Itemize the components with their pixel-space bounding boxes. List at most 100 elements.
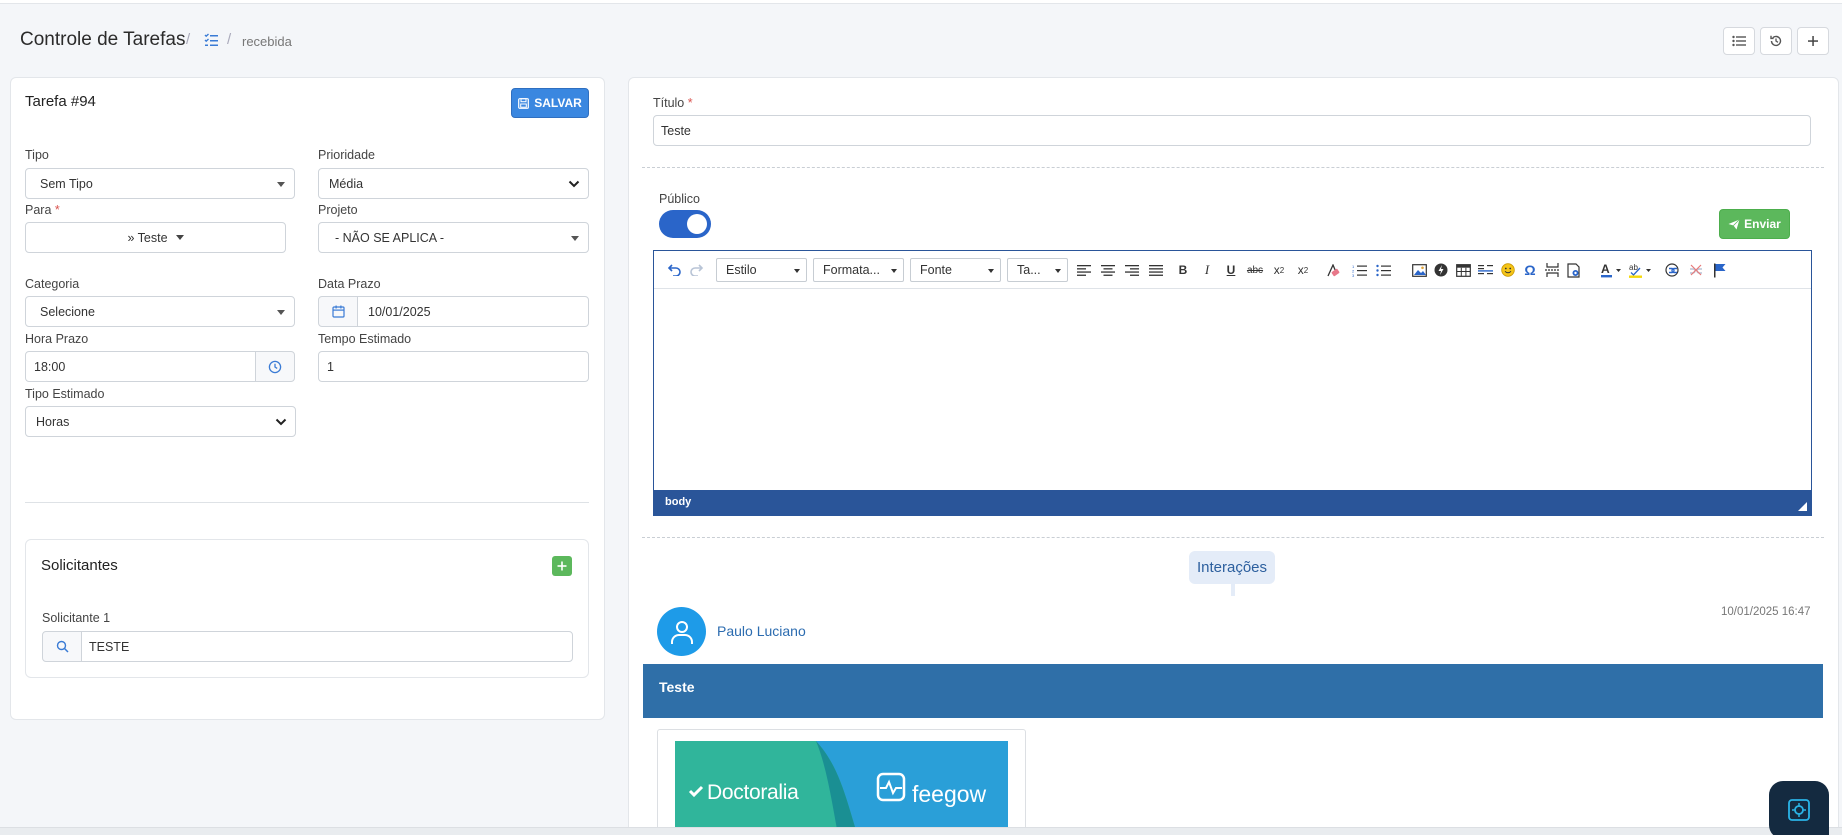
add-solicitante-button[interactable] (552, 556, 572, 576)
prioridade-select[interactable]: Média (318, 168, 589, 199)
search-icon (56, 640, 69, 653)
enviar-button[interactable]: Enviar (1719, 209, 1790, 239)
text-color-icon[interactable]: A (1600, 261, 1624, 279)
breadcrumb-separator: / (227, 31, 232, 48)
hora-prazo-input[interactable]: 18:00 (25, 351, 256, 382)
rich-text-editor[interactable]: Estilo Formata... Fonte Ta... B I U abc … (653, 250, 1812, 516)
widget-icon (1788, 799, 1810, 821)
caret-down-icon (175, 235, 184, 240)
format-dropdown[interactable]: Formata... (813, 258, 904, 282)
para-select[interactable]: » Teste (25, 222, 286, 253)
resize-handle-icon[interactable] (1798, 502, 1807, 511)
undo-icon[interactable] (665, 261, 683, 279)
flash-icon[interactable] (1432, 261, 1450, 279)
italic-icon[interactable]: I (1198, 261, 1216, 279)
bold-icon[interactable]: B (1174, 261, 1192, 279)
solicitante-input[interactable]: TESTE (81, 631, 573, 662)
special-char-icon[interactable]: Ω (1521, 261, 1539, 279)
tipo-label: Tipo (25, 148, 49, 162)
table-icon[interactable] (1454, 261, 1472, 279)
projeto-label: Projeto (318, 203, 358, 217)
interaction-timestamp: 10/01/2025 16:47 (1721, 606, 1811, 618)
list-icon (1732, 35, 1746, 47)
background-color-icon[interactable]: ab (1628, 261, 1654, 279)
strikethrough-icon[interactable]: abc (1246, 261, 1264, 279)
underline-icon[interactable]: U (1222, 261, 1240, 279)
add-button[interactable] (1797, 27, 1829, 55)
dashed-divider (642, 537, 1824, 538)
editor-toolbar: Estilo Formata... Fonte Ta... B I U abc … (654, 251, 1811, 289)
caret-down-icon (571, 236, 579, 241)
tipo-estimado-select[interactable]: Horas (25, 406, 296, 437)
tipo-value: Sem Tipo (40, 176, 93, 191)
projeto-select[interactable]: - NÃO SE APLICA - (318, 222, 589, 253)
history-button[interactable] (1760, 27, 1792, 55)
categoria-value: Selecione (40, 304, 95, 319)
unlink-icon[interactable] (1687, 261, 1705, 279)
chat-widget-button[interactable] (1769, 781, 1829, 835)
chevron-down-icon (568, 180, 580, 188)
iframe-icon[interactable] (1565, 261, 1583, 279)
align-right-icon[interactable] (1123, 261, 1141, 279)
categoria-label: Categoria (25, 277, 80, 291)
solicitantes-title: Solicitantes (41, 557, 118, 574)
size-dropdown[interactable]: Ta... (1007, 258, 1068, 282)
history-icon (1770, 35, 1782, 47)
remove-format-icon[interactable] (1324, 261, 1342, 279)
plus-icon (1808, 36, 1818, 46)
bullet-list-icon[interactable] (1374, 261, 1392, 279)
avatar (657, 607, 706, 656)
prioridade-value: Média (329, 176, 364, 191)
redo-icon[interactable] (688, 261, 706, 279)
editor-content-area[interactable] (654, 289, 1811, 491)
bottom-bar (0, 827, 1842, 835)
prioridade-label: Prioridade (318, 148, 375, 162)
brand-left-text: Doctoralia (707, 781, 799, 804)
numbered-list-icon[interactable]: 123 (1350, 261, 1368, 279)
align-left-icon[interactable] (1075, 261, 1093, 279)
superscript-icon[interactable]: x2 (1294, 261, 1312, 279)
caret-down-icon (277, 310, 285, 315)
divider (25, 502, 589, 503)
interaction-message: Teste (659, 679, 695, 695)
paper-plane-icon (1728, 218, 1740, 229)
horizontal-line-icon[interactable] (1476, 261, 1494, 279)
tipo-select[interactable]: Sem Tipo (25, 168, 295, 199)
attachment-image[interactable]: Doctoralia feegow (657, 729, 1026, 835)
breadcrumb-current: recebida (242, 34, 292, 49)
image-icon[interactable] (1410, 261, 1428, 279)
smiley-icon[interactable] (1499, 261, 1517, 279)
page-break-icon[interactable] (1543, 261, 1561, 279)
clock-icon (268, 360, 282, 373)
subscript-icon[interactable]: x2 (1270, 261, 1288, 279)
page-title: Controle de Tarefas (20, 29, 186, 50)
publico-label: Público (659, 192, 700, 206)
save-button[interactable]: SALVAR (511, 88, 589, 118)
list-view-button[interactable] (1723, 27, 1755, 55)
interaction-author[interactable]: Paulo Luciano (717, 623, 806, 639)
clock-button[interactable] (255, 351, 295, 382)
chevron-down-icon (275, 418, 287, 426)
anchor-flag-icon[interactable] (1711, 261, 1729, 279)
align-center-icon[interactable] (1099, 261, 1117, 279)
calendar-button[interactable] (318, 296, 358, 327)
element-path[interactable]: body (665, 496, 691, 508)
link-icon[interactable] (1664, 261, 1682, 279)
search-button[interactable] (42, 631, 82, 662)
data-prazo-label: Data Prazo (318, 277, 381, 291)
save-icon (518, 97, 530, 109)
categoria-select[interactable]: Selecione (25, 296, 295, 327)
solicitante-label: Solicitante 1 (42, 611, 111, 625)
tipo-estimado-label: Tipo Estimado (25, 387, 105, 401)
tempo-estimado-input[interactable]: 1 (318, 351, 589, 382)
style-dropdown[interactable]: Estilo (716, 258, 807, 282)
titulo-input[interactable]: Teste (653, 115, 1811, 146)
titulo-label: Título * (653, 96, 693, 110)
publico-toggle[interactable] (659, 210, 711, 238)
data-prazo-input[interactable]: 10/01/2025 (357, 296, 589, 327)
para-value: » Teste (127, 230, 168, 245)
font-dropdown[interactable]: Fonte (910, 258, 1001, 282)
svg-text:3: 3 (1352, 273, 1355, 277)
align-justify-icon[interactable] (1147, 261, 1165, 279)
task-list-icon[interactable] (203, 32, 219, 48)
